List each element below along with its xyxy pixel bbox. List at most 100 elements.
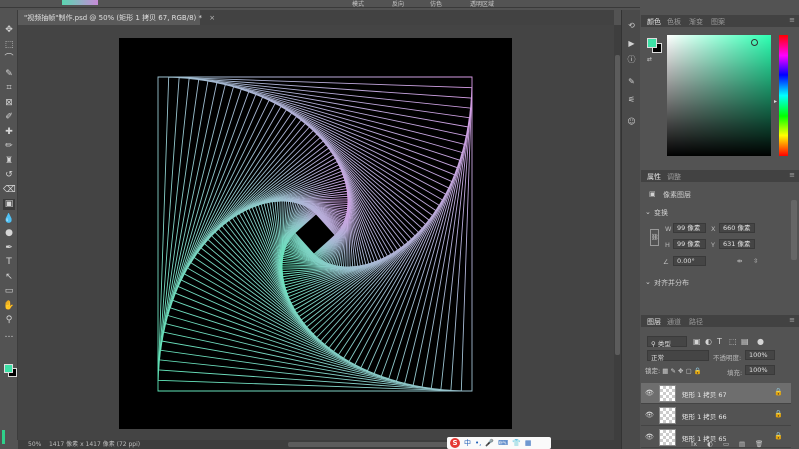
zoom-icon[interactable]: ⚲	[3, 315, 15, 326]
swap-colors-icon[interactable]: ⇄	[647, 56, 652, 63]
brush-settings-icon[interactable]: ✎	[625, 76, 638, 87]
layer-name[interactable]: 矩形 1 拷贝 66	[682, 411, 727, 421]
ime-menu-icon[interactable]: ▦	[525, 439, 532, 447]
lasso-icon[interactable]: ⌒	[3, 54, 15, 65]
canvas-area[interactable]	[18, 25, 614, 440]
scroll-thumb[interactable]	[615, 55, 620, 355]
type-icon[interactable]: T	[3, 257, 15, 268]
option-dither[interactable]: 仿色	[430, 0, 442, 8]
height-field[interactable]: 99 像素	[673, 239, 706, 249]
ime-toolbar[interactable]: S 中 •, 🎤 ⌨ 👕 ▦	[447, 437, 551, 449]
brush-icon[interactable]: ✏	[3, 141, 15, 152]
fill-field[interactable]: 100%	[745, 365, 775, 375]
history-brush-icon[interactable]: ↺	[3, 170, 15, 181]
frame-icon[interactable]: ⊠	[3, 98, 15, 109]
mask-icon[interactable]: ◐	[707, 440, 713, 448]
angle-field[interactable]: 0.00°	[673, 256, 706, 266]
path-select-icon[interactable]: ↖	[3, 272, 15, 283]
vertical-scrollbar[interactable]	[614, 25, 621, 440]
eraser-icon[interactable]: ⌫	[3, 185, 16, 196]
chevron-down-icon[interactable]: ⌄	[645, 278, 651, 286]
chevron-down-icon[interactable]: ⌄	[645, 208, 651, 216]
hue-slider[interactable]	[779, 35, 788, 156]
properties-scrollbar[interactable]	[791, 200, 797, 260]
eye-icon[interactable]: 👁	[645, 411, 654, 419]
marquee-icon[interactable]: ⬚	[3, 40, 15, 51]
flip-vertical-icon[interactable]: ⇳	[753, 257, 758, 265]
new-layer-icon[interactable]: ▤	[739, 440, 745, 448]
filter-shape-icon[interactable]: ⬚	[729, 337, 737, 346]
shape-icon[interactable]: ▭	[3, 286, 15, 297]
x-field[interactable]: 660 像素	[719, 223, 755, 233]
tab-layers[interactable]: 图层	[647, 317, 661, 327]
tab-swatches[interactable]: 色板	[667, 17, 681, 27]
play-icon[interactable]: ▶	[625, 38, 638, 49]
healing-icon[interactable]: ✚	[3, 127, 15, 138]
crop-icon[interactable]: ⌗	[3, 83, 15, 94]
ime-skin-icon[interactable]: 👕	[512, 439, 521, 447]
ime-voice-icon[interactable]: 🎤	[485, 439, 494, 447]
close-icon[interactable]: ×	[209, 14, 215, 22]
layer-thumbnail[interactable]	[659, 385, 676, 402]
lock-artboard-icon[interactable]: ▢	[686, 367, 692, 375]
layer-row[interactable]: 👁 矩形 1 拷贝 67 🔒	[641, 383, 791, 404]
layer-filter-select[interactable]: ⚲ 类型	[647, 336, 687, 348]
ime-keyboard-icon[interactable]: ⌨	[498, 439, 508, 447]
eye-icon[interactable]: 👁	[645, 433, 654, 441]
toolbar-handle[interactable]	[2, 430, 5, 444]
opacity-field[interactable]: 100%	[745, 350, 775, 360]
layer-row[interactable]: 👁 矩形 1 拷贝 66 🔒	[641, 405, 791, 426]
more-tools-icon[interactable]: …	[3, 330, 15, 341]
flip-horizontal-icon[interactable]: ⇹	[737, 257, 742, 265]
layer-name[interactable]: 矩形 1 拷贝 67	[682, 389, 727, 399]
align-distribute-label[interactable]: 对齐并分布	[654, 278, 689, 288]
link-icon[interactable]: ⛓	[650, 229, 659, 246]
option-transparency[interactable]: 透明区域	[470, 0, 494, 8]
filter-adjust-icon[interactable]: ◐	[705, 337, 712, 346]
stamp-icon[interactable]: ♜	[3, 156, 15, 167]
adjust-icon[interactable]: ⚟	[625, 94, 638, 105]
panel-menu-icon[interactable]: ≡	[789, 16, 795, 24]
filter-pixel-icon[interactable]: ▣	[693, 337, 701, 346]
history-icon[interactable]: ⟲	[625, 20, 638, 31]
lock-paint-icon[interactable]: ✎	[671, 367, 676, 375]
filter-type-icon[interactable]: T	[717, 337, 722, 346]
eye-icon[interactable]: 👁	[645, 389, 654, 397]
fx-icon[interactable]: fx	[691, 440, 697, 448]
ime-logo-icon[interactable]: S	[450, 438, 460, 448]
width-field[interactable]: 99 像素	[673, 223, 706, 233]
tab-patterns[interactable]: 图案	[711, 17, 725, 27]
transform-section-label[interactable]: 变换	[654, 208, 668, 218]
color-picker-field[interactable]	[667, 35, 771, 156]
hand-icon[interactable]: ✋	[3, 301, 15, 312]
foreground-color-swatch[interactable]	[4, 364, 13, 373]
y-field[interactable]: 631 像素	[719, 239, 755, 249]
lock-position-icon[interactable]: ✥	[678, 367, 683, 375]
layer-thumbnail[interactable]	[659, 407, 676, 424]
gradient-icon[interactable]: ▣	[3, 199, 15, 210]
filter-smart-icon[interactable]: ▤	[741, 337, 749, 346]
move-icon[interactable]: ✥	[3, 25, 15, 36]
horizontal-scroll-thumb[interactable]	[288, 442, 468, 447]
dodge-icon[interactable]: ●	[3, 228, 15, 239]
lock-all-icon[interactable]: 🔒	[694, 367, 702, 375]
group-icon[interactable]: ▭	[723, 440, 729, 448]
info-icon[interactable]: ⓘ	[625, 54, 638, 65]
trash-icon[interactable]: 🗑	[755, 440, 763, 448]
document-tab[interactable]: "视频抽帧"制作.psd @ 50% (矩形 1 拷贝 67, RGB/8) *…	[18, 10, 215, 25]
lock-pixels-icon[interactable]: ▦	[662, 367, 668, 375]
blend-mode-select[interactable]: 正常	[647, 350, 709, 362]
blur-icon[interactable]: 💧	[3, 214, 15, 225]
tab-paths[interactable]: 路径	[689, 317, 703, 327]
ime-punctuation-icon[interactable]: •,	[475, 439, 481, 447]
tab-adjustments[interactable]: 调整	[667, 172, 681, 182]
panel-foreground-swatch[interactable]	[647, 38, 657, 48]
panel-menu-icon[interactable]: ≡	[789, 171, 795, 179]
ime-chinese-mode[interactable]: 中	[464, 438, 471, 448]
panel-menu-icon[interactable]: ≡	[789, 316, 795, 324]
tab-color[interactable]: 颜色	[647, 17, 661, 27]
zoom-level[interactable]: 50%	[28, 441, 41, 448]
eyedropper-icon[interactable]: ✐	[3, 112, 15, 123]
artboard[interactable]	[119, 38, 512, 429]
pen-icon[interactable]: ✒	[3, 243, 15, 254]
